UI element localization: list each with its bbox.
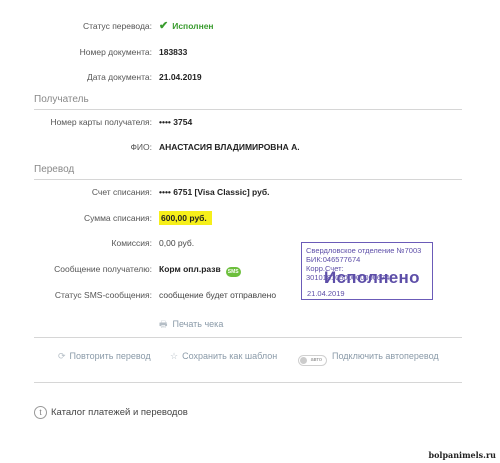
star-icon: ☆ xyxy=(170,351,179,361)
fio-row: ФИО: АНАСТАСИЯ ВЛАДИМИРОВНА А. xyxy=(0,140,500,154)
fio-label: ФИО: xyxy=(130,142,152,152)
bank-stamp: Свердловское отделение №7003 БИК:0465776… xyxy=(301,242,433,300)
autotransfer-button[interactable]: авто Подключить автоперевод xyxy=(298,349,439,366)
actions-top-divider xyxy=(34,337,462,338)
transfer-section-title: Перевод xyxy=(34,164,75,175)
doc-date-label: Дата документа: xyxy=(87,72,152,82)
repeat-transfer-button[interactable]: ⟳ Повторить перевод xyxy=(58,349,151,363)
account-value: •••• 6751 [Visa Classic] руб. xyxy=(159,187,270,197)
fio-value: АНАСТАСИЯ ВЛАДИМИРОВНА А. xyxy=(159,142,300,152)
refresh-icon: ⟳ xyxy=(58,351,66,361)
catalog-link[interactable]: t Каталог платежей и переводов xyxy=(34,406,188,420)
repeat-transfer-label: Повторить перевод xyxy=(69,351,151,361)
save-template-button[interactable]: ☆ Сохранить как шаблон xyxy=(170,349,277,363)
stamp-line-bik: БИК:046577674 xyxy=(306,255,361,264)
commission-label: Комиссия: xyxy=(111,238,152,248)
save-template-label: Сохранить как шаблон xyxy=(182,351,278,361)
account-row: Счет списания: •••• 6751 [Visa Classic] … xyxy=(0,185,500,199)
autotransfer-label: Подключить автоперевод xyxy=(332,351,439,361)
card-label: Номер карты получателя: xyxy=(50,117,152,127)
sms-icon: SMS xyxy=(225,267,241,277)
catalog-label: Каталог платежей и переводов xyxy=(51,407,188,418)
card-value: •••• 3754 xyxy=(159,117,193,127)
card-row: Номер карты получателя: •••• 3754 xyxy=(0,115,500,129)
transfer-divider xyxy=(34,179,462,180)
account-label: Счет списания: xyxy=(91,187,152,197)
catalog-icon: t xyxy=(34,406,47,419)
recipient-section-title: Получатель xyxy=(34,94,89,105)
stamp-line-branch: Свердловское отделение №7003 xyxy=(306,246,422,255)
checkmark-icon: ✔ xyxy=(159,20,169,32)
message-text: Корм опл.разв xyxy=(159,264,221,274)
doc-number-label: Номер документа: xyxy=(79,47,152,57)
sms-status-label: Статус SMS-сообщения: xyxy=(54,290,152,300)
actions-bar: ⟳ Повторить перевод ☆ Сохранить как шаблон… xyxy=(0,349,500,366)
stamp-executed-text: Исполнено xyxy=(324,268,420,287)
message-value: Корм опл.разв SMS xyxy=(159,262,241,277)
actions-bottom-divider xyxy=(34,382,462,383)
message-label: Сообщение получателю: xyxy=(54,264,152,274)
doc-date-row: Дата документа: 21.04.2019 xyxy=(0,70,500,84)
status-label: Статус перевода: xyxy=(82,21,152,31)
commission-value: 0,00 руб. xyxy=(159,238,195,248)
print-receipt-label: Печать чека xyxy=(172,319,224,329)
doc-date-value: 21.04.2019 xyxy=(159,72,202,82)
status-row: Статус перевода: ✔ Исполнен xyxy=(0,19,500,33)
sms-status-value: сообщение будет отправлено xyxy=(159,290,277,300)
doc-number-value: 183833 xyxy=(159,47,188,57)
amount-label: Сумма списания: xyxy=(83,213,152,223)
amount-row: Сумма списания: 600,00 руб. xyxy=(0,211,500,225)
watermark: bolpanimels.ru xyxy=(428,450,496,460)
amount-highlight: 600,00 руб. xyxy=(159,211,212,225)
recipient-divider xyxy=(34,109,462,110)
auto-toggle[interactable]: авто xyxy=(298,355,327,366)
status-value: ✔ Исполнен xyxy=(159,20,214,32)
doc-number-row: Номер документа: 183833 xyxy=(0,45,500,59)
printer-icon: 🖶 xyxy=(159,319,168,329)
stamp-date: 21.04.2019 xyxy=(307,289,345,298)
amount-value: 600,00 руб. xyxy=(159,211,212,225)
print-receipt-link[interactable]: 🖶 Печать чека xyxy=(159,317,223,331)
